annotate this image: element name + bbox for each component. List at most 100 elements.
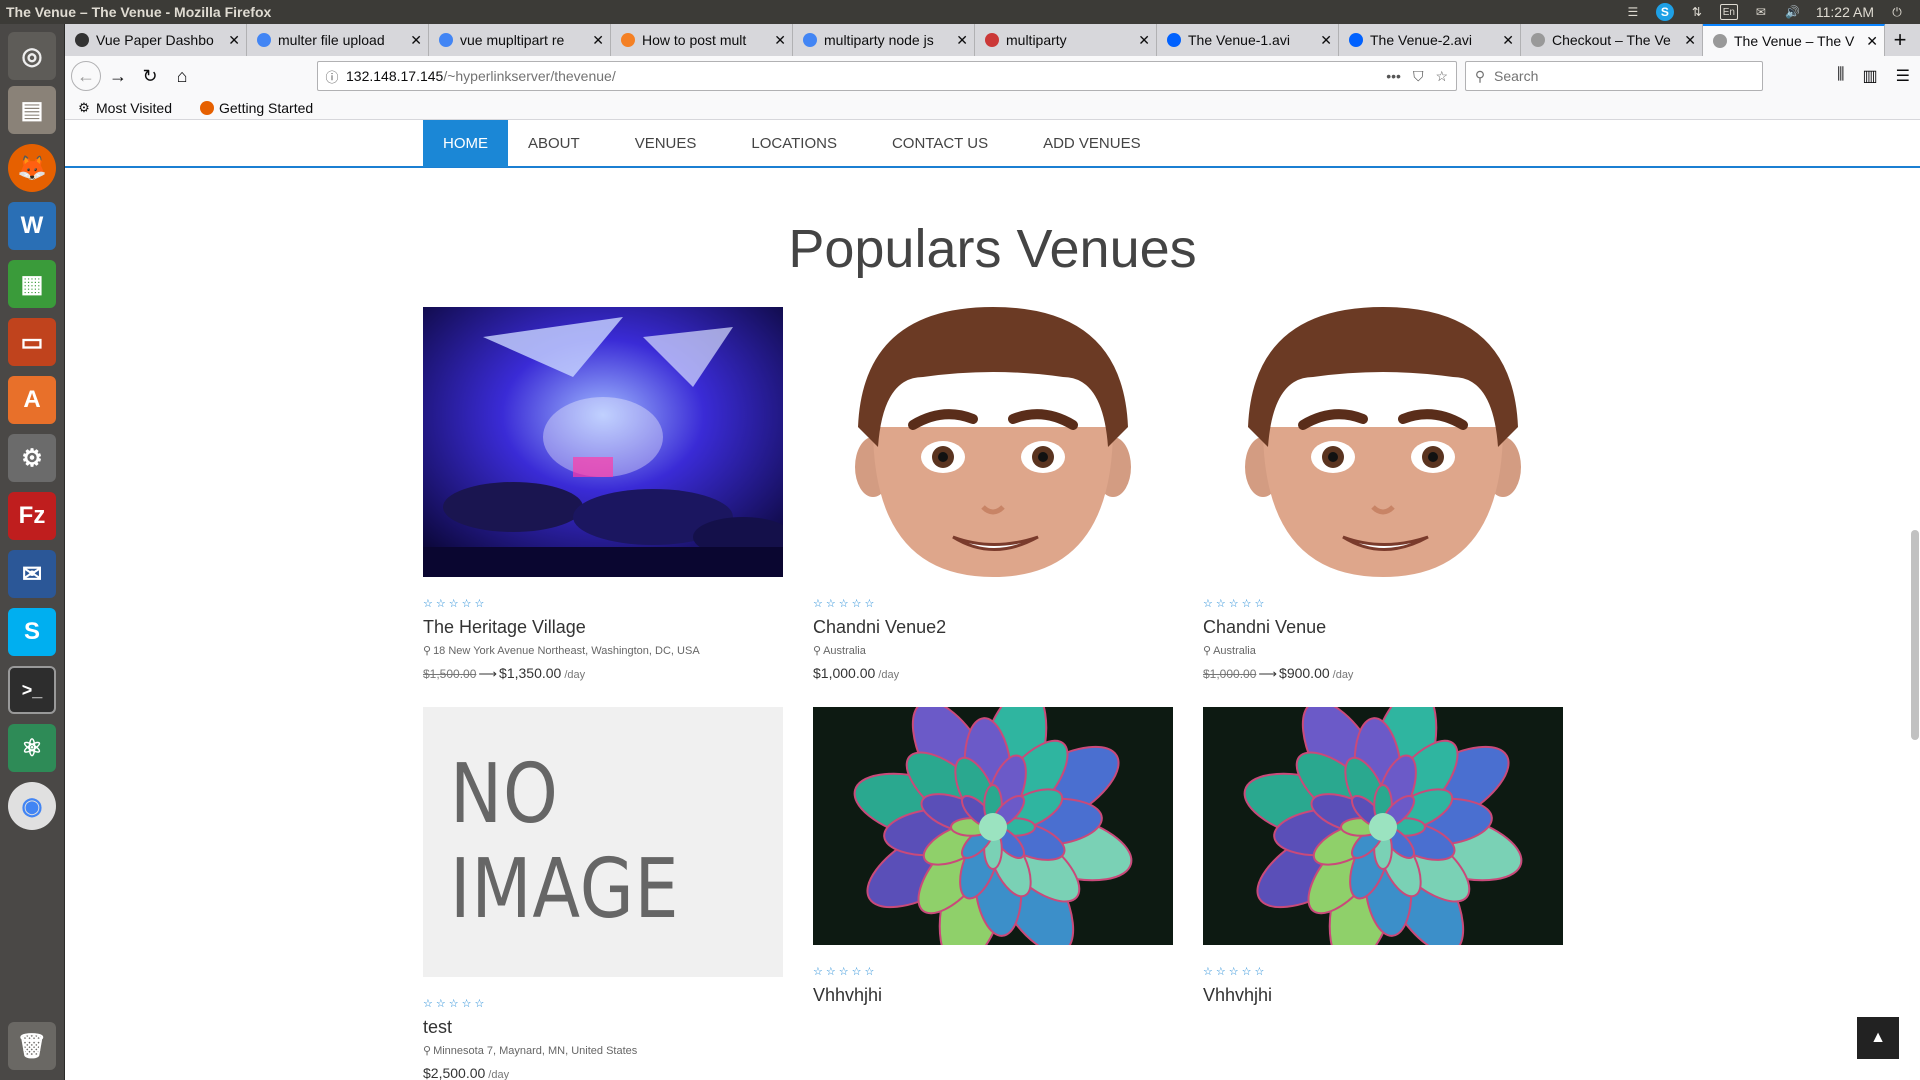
close-tab-icon[interactable]: ✕ bbox=[1138, 32, 1150, 49]
pocket-icon[interactable]: ⛉ bbox=[1413, 68, 1424, 85]
scroll-to-top-button[interactable]: ▲ bbox=[1857, 1017, 1899, 1059]
gear-icon: ⚙ bbox=[78, 99, 90, 115]
volume-icon[interactable]: 🔊 bbox=[1784, 4, 1802, 20]
browser-tab[interactable]: The Venue-1.avi ✕ bbox=[1157, 24, 1339, 56]
arrow-right-icon: ⟶ bbox=[1258, 666, 1278, 681]
forward-button[interactable]: → bbox=[103, 61, 133, 91]
rating-stars-icon: ☆☆☆☆☆ bbox=[423, 998, 488, 1010]
search-bar[interactable]: ⚲ Search bbox=[1465, 61, 1763, 91]
mail-icon[interactable]: ✉ bbox=[1752, 4, 1770, 20]
venue-name[interactable]: Chandni Venue bbox=[1203, 617, 1563, 638]
clock[interactable]: 11:22 AM bbox=[1816, 4, 1874, 20]
impress-icon[interactable]: ▭ bbox=[8, 318, 56, 366]
venue-name[interactable]: The Heritage Village bbox=[423, 617, 783, 638]
bookmark-most-visited[interactable]: ⚙ Most Visited bbox=[77, 100, 172, 116]
reload-button[interactable]: ↻ bbox=[135, 61, 165, 91]
new-tab-button[interactable]: + bbox=[1885, 24, 1915, 56]
venue-card[interactable]: ☆☆☆☆☆ Chandni Venue2 ⚲ Australia $1,000.00/d… bbox=[813, 307, 1173, 681]
venue-image[interactable]: NO IMAGE bbox=[423, 707, 783, 977]
venue-image[interactable] bbox=[813, 307, 1173, 577]
skype-tray-icon[interactable]: S bbox=[1655, 3, 1674, 21]
venue-image[interactable] bbox=[813, 707, 1173, 945]
software-center-icon[interactable]: A bbox=[8, 376, 56, 424]
site-navigation: HOME ABOUT VENUES LOCATIONS CONTACT US ADD VE… bbox=[65, 120, 1920, 168]
venue-card[interactable]: NO IMAGE ☆☆☆☆☆ test ⚲ Minnesota 7, Maynard, … bbox=[423, 707, 783, 1080]
skype-icon[interactable]: S bbox=[8, 608, 56, 656]
keyboard-layout-indicator[interactable]: En bbox=[1719, 4, 1738, 20]
browser-tab[interactable]: Vue Paper Dashbo ✕ bbox=[65, 24, 247, 56]
menu-icon[interactable]: ☰ bbox=[1896, 66, 1910, 86]
close-tab-icon[interactable]: ✕ bbox=[956, 32, 968, 49]
terminal-icon[interactable]: >_ bbox=[8, 666, 56, 714]
venue-image[interactable] bbox=[1203, 707, 1563, 945]
close-tab-icon[interactable]: ✕ bbox=[774, 32, 786, 49]
close-tab-icon[interactable]: ✕ bbox=[228, 32, 240, 49]
browser-tab[interactable]: The Venue-2.avi ✕ bbox=[1339, 24, 1521, 56]
power-icon[interactable]: ⏻ bbox=[1888, 4, 1906, 20]
menu-item-home[interactable]: HOME bbox=[423, 120, 508, 167]
venue-card[interactable]: ☆☆☆☆☆ Vhhvhjhi bbox=[813, 707, 1173, 1006]
browser-tab[interactable]: How to post mult ✕ bbox=[611, 24, 793, 56]
writer-icon[interactable]: W bbox=[8, 202, 56, 250]
old-price: $1,500.00 bbox=[423, 667, 477, 681]
venue-image[interactable] bbox=[1203, 307, 1563, 577]
close-tab-icon[interactable]: ✕ bbox=[1320, 32, 1332, 49]
menu-item-add-venues[interactable]: ADD VENUES bbox=[1023, 120, 1161, 167]
settings-icon[interactable]: ⚙ bbox=[8, 434, 56, 482]
venue-card[interactable]: ☆☆☆☆☆ The Heritage Village ⚲ 18 New York Av… bbox=[423, 307, 783, 682]
venue-name[interactable]: Chandni Venue2 bbox=[813, 617, 1173, 638]
window-title: The Venue – The Venue - Mozilla Firefox bbox=[6, 4, 272, 20]
venue-location-text: Minnesota 7, Maynard, MN, United States bbox=[433, 1045, 638, 1057]
menu-item-locations[interactable]: LOCATIONS bbox=[731, 120, 857, 167]
url-bar[interactable]: ⓘ 132.148.17.145/~hyperlinkserver/theven… bbox=[317, 61, 1457, 91]
page-actions-icon[interactable]: ••• bbox=[1386, 68, 1401, 85]
venue-card[interactable]: ☆☆☆☆☆ Vhhvhjhi bbox=[1203, 707, 1563, 1006]
venue-image[interactable] bbox=[423, 307, 783, 577]
tab-bar: Vue Paper Dashbo ✕ multer file upload ✕ vue … bbox=[65, 24, 1920, 56]
browser-tab[interactable]: multiparty ✕ bbox=[975, 24, 1157, 56]
atom-icon[interactable]: ⚛ bbox=[8, 724, 56, 772]
filezilla-icon[interactable]: Fz bbox=[8, 492, 56, 540]
section-title: Populars Venues bbox=[788, 219, 1197, 279]
map-pin-icon: ⚲ bbox=[813, 645, 822, 657]
browser-tab[interactable]: The Venue – The V ✕ bbox=[1703, 24, 1885, 56]
trash-icon[interactable]: 🗑 bbox=[8, 1022, 56, 1070]
close-tab-icon[interactable]: ✕ bbox=[1866, 33, 1878, 50]
browser-tab[interactable]: multer file upload ✕ bbox=[247, 24, 429, 56]
browser-tab[interactable]: multiparty node js ✕ bbox=[793, 24, 975, 56]
venue-name[interactable]: Vhhvhjhi bbox=[813, 985, 1173, 1006]
close-tab-icon[interactable]: ✕ bbox=[1684, 32, 1696, 49]
library-icon[interactable]: ⫼ bbox=[1837, 66, 1844, 86]
close-tab-icon[interactable]: ✕ bbox=[592, 32, 604, 49]
current-price: $1,350.00 bbox=[499, 665, 562, 681]
no-image-text: NO IMAGE bbox=[450, 747, 680, 937]
firefox-launcher-icon[interactable]: 🦊 bbox=[8, 144, 56, 192]
bookmark-star-icon[interactable]: ☆ bbox=[1435, 68, 1448, 85]
menu-item-venues[interactable]: VENUES bbox=[615, 120, 717, 167]
thunderbird-icon[interactable]: ✉ bbox=[8, 550, 56, 598]
bookmarks-toolbar: ⚙ Most Visited Getting Started bbox=[65, 96, 1920, 120]
calc-icon[interactable]: ▦ bbox=[8, 260, 56, 308]
site-info-icon[interactable]: ⓘ bbox=[318, 67, 346, 86]
network-icon[interactable]: ⇅ bbox=[1688, 4, 1706, 20]
close-tab-icon[interactable]: ✕ bbox=[1502, 32, 1514, 49]
bookmark-getting-started[interactable]: Getting Started bbox=[200, 100, 313, 116]
browser-tab[interactable]: Checkout – The Ve ✕ bbox=[1521, 24, 1703, 56]
browser-tab[interactable]: vue mupltipart re ✕ bbox=[429, 24, 611, 56]
venue-name[interactable]: Vhhvhjhi bbox=[1203, 985, 1563, 1006]
close-tab-icon[interactable]: ✕ bbox=[410, 32, 422, 49]
home-button[interactable]: ⌂ bbox=[167, 61, 197, 91]
back-button[interactable]: ← bbox=[71, 61, 101, 91]
dash-icon[interactable]: ◎ bbox=[8, 32, 56, 80]
venue-card[interactable]: ☆☆☆☆☆ Chandni Venue ⚲ Australia $1,000.00 ⟶ $9… bbox=[1203, 307, 1563, 682]
scrollbar[interactable] bbox=[1911, 530, 1919, 740]
venue-name[interactable]: test bbox=[423, 1017, 783, 1038]
files-icon[interactable]: ▤ bbox=[8, 86, 56, 134]
top-panel: The Venue – The Venue - Mozilla Firefox … bbox=[0, 0, 1920, 24]
menu-item-contact-us[interactable]: CONTACT US bbox=[872, 120, 1008, 167]
menu-item-about[interactable]: ABOUT bbox=[508, 120, 600, 167]
tab-title: vue mupltipart re bbox=[460, 32, 565, 48]
list-icon[interactable]: ☰ bbox=[1624, 4, 1642, 20]
chrome-icon[interactable]: ◉ bbox=[8, 782, 56, 830]
sidebar-icon[interactable]: ▥ bbox=[1863, 66, 1878, 86]
